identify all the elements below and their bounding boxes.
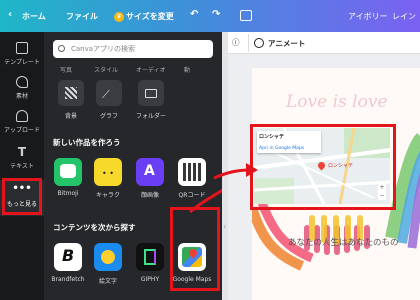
redo-icon[interactable]: ↷ (212, 9, 220, 20)
bitmoji-bubble-icon (60, 164, 76, 178)
crown-icon: ♛ (114, 11, 124, 22)
collapse-chevron-icon: ‹ (223, 222, 227, 231)
category-styles[interactable]: スタイル (94, 65, 118, 74)
tool-label: フォルダー (135, 113, 166, 120)
character-face-icon: • • (102, 169, 114, 178)
text-t-icon: T (17, 145, 27, 159)
shapes-icon (16, 76, 28, 88)
info-icon[interactable]: ⓘ (232, 37, 240, 48)
top-bar: ‹ ホーム ファイル ♛ サイズを変更 ↶ ↷ アイボリー レイン (0, 0, 420, 32)
app-label: キャラク (95, 192, 120, 199)
sidebar-item-elements[interactable]: 素材 (0, 76, 44, 100)
sidebar-item-label: テキスト (10, 163, 34, 170)
file-menu[interactable]: ファイル (66, 11, 98, 22)
sidebar-item-uploads[interactable]: アップロード (0, 110, 44, 134)
giphy-app-icon[interactable] (136, 243, 164, 271)
emoji-app-icon[interactable] (94, 243, 122, 271)
share-label[interactable]: レイン (392, 11, 416, 22)
quote-text: あなたの人生はあなたのもの (288, 238, 399, 248)
category-video[interactable]: 動 (184, 65, 190, 74)
smiley-icon (101, 250, 115, 264)
tool-label: グラフ (99, 113, 118, 120)
background-tool-button[interactable] (58, 80, 84, 106)
sidebar-item-templates[interactable]: テンプレート (0, 42, 44, 66)
toolbar-divider (248, 34, 249, 52)
animate-icon (254, 38, 264, 48)
highlight-more-button (2, 178, 42, 215)
search-icon (58, 45, 65, 52)
bitmoji-app-icon[interactable] (54, 158, 82, 186)
character-app-icon[interactable]: • • (94, 158, 122, 186)
app-label: GIPHY (140, 276, 160, 283)
category-photos[interactable]: 写真 (60, 65, 72, 74)
brandfetch-b-icon: B (62, 246, 75, 265)
search-input[interactable]: Canvaアプリの検索 (53, 40, 213, 58)
app-label: Bitmoji (57, 190, 79, 197)
cloud-save-icon[interactable] (240, 10, 252, 21)
editor-toolbar: ⓘ アニメート (228, 32, 420, 54)
sidebar-item-label: アップロード (3, 127, 40, 134)
left-sidebar: テンプレート 素材 アップロード T テキスト ••• もっと見る (0, 32, 44, 300)
chart-line-icon: ⟋ (102, 88, 110, 101)
resize-button[interactable]: ♛ サイズを変更 (114, 11, 174, 22)
animate-button[interactable]: アニメート (268, 38, 305, 49)
tool-label: 背景 (64, 113, 77, 120)
category-audio[interactable]: オーディオ (136, 65, 166, 74)
home-button[interactable]: ホーム (22, 11, 46, 22)
app-label: Brandfetch (51, 276, 85, 283)
sidebar-item-label: 素材 (15, 93, 28, 100)
folder-icon (145, 89, 157, 98)
document-title[interactable]: アイボリー (348, 11, 388, 22)
sidebar-item-label: テンプレート (4, 59, 40, 66)
undo-icon[interactable]: ↶ (190, 9, 198, 20)
chart-tool-button[interactable]: ⟋ (96, 80, 122, 106)
highlight-embedded-map (250, 124, 396, 210)
template-icon (16, 42, 28, 54)
upload-cloud-icon (16, 110, 28, 122)
arrow-to-map (213, 163, 258, 180)
brandfetch-app-icon[interactable]: B (54, 243, 82, 271)
create-section-title: 新しい作品を作ろう (53, 138, 121, 147)
folder-tool-button[interactable] (138, 80, 164, 106)
background-pattern-icon (65, 87, 77, 99)
app-label: 絵文字 (98, 278, 117, 285)
sidebar-item-text[interactable]: T テキスト (0, 146, 44, 170)
explore-section-title: コンテンツを次から探す (53, 223, 136, 232)
back-chevron-icon[interactable]: ‹ (8, 9, 12, 20)
giphy-frame-icon (144, 249, 156, 265)
search-placeholder: Canvaアプリの検索 (71, 45, 136, 53)
